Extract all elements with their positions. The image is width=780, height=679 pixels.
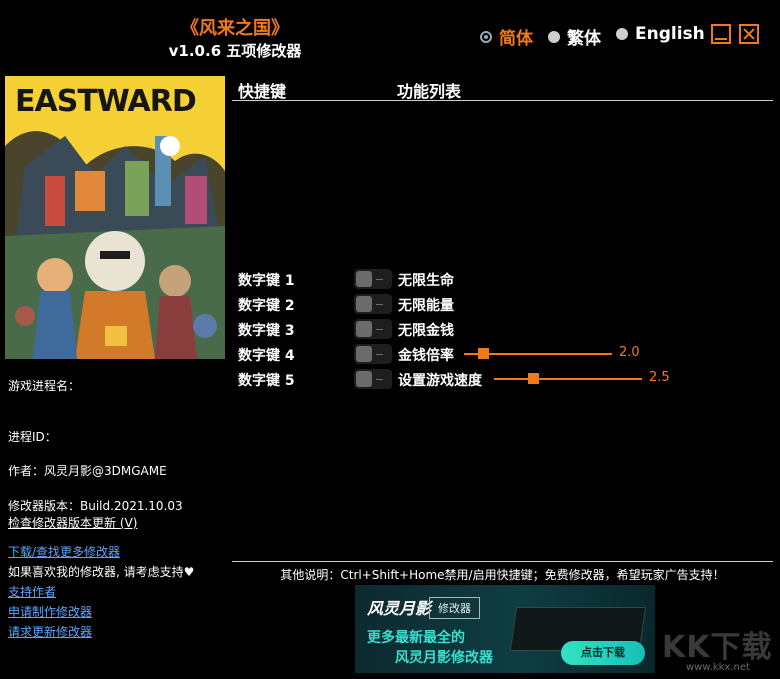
download-more-link[interactable]: 下载/查找更多修改器 bbox=[8, 543, 120, 560]
hotkey-label: 数字键 1 bbox=[238, 273, 295, 289]
game-speed-slider[interactable] bbox=[494, 373, 642, 384]
language-english[interactable]: English bbox=[616, 24, 705, 44]
money-multiplier-value: 2.0 bbox=[619, 345, 640, 360]
feature-label: 无限生命 bbox=[398, 273, 454, 289]
game-speed-value: 2.5 bbox=[649, 370, 670, 385]
radio-icon bbox=[616, 28, 628, 40]
toggle-knob bbox=[356, 371, 372, 387]
cheat-row: 数字键 3 无限金钱 bbox=[238, 318, 778, 340]
language-traditional[interactable]: 繁体 bbox=[548, 24, 601, 49]
toggle-switch[interactable] bbox=[354, 344, 392, 364]
feature-label: 设置游戏速度 bbox=[398, 373, 482, 389]
banner-line-2: 风灵月影修改器 bbox=[395, 650, 493, 666]
hotkey-note: 其他说明：Ctrl+Shift+Home禁用/启用快捷键；免费修改器，希望玩家广… bbox=[280, 568, 725, 582]
process-name-label: 游戏进程名： bbox=[8, 379, 81, 393]
header-divider bbox=[232, 100, 773, 101]
toggle-dash bbox=[376, 329, 383, 330]
close-icon[interactable] bbox=[739, 24, 759, 44]
money-multiplier-slider[interactable] bbox=[464, 348, 612, 359]
slider-thumb[interactable] bbox=[478, 348, 489, 359]
watermark-url: www.kkx.net bbox=[686, 662, 750, 673]
process-id-label: 进程ID： bbox=[8, 430, 57, 444]
cheat-row: 数字键 1 无限生命 bbox=[238, 268, 778, 290]
radio-selected-icon bbox=[480, 30, 492, 43]
game-cover-image: EASTWARD bbox=[5, 76, 225, 359]
language-label: 繁体 bbox=[567, 29, 601, 49]
trainer-version-title: v1.0.6 五项修改器 bbox=[168, 42, 302, 60]
toggle-dash bbox=[376, 354, 383, 355]
author-label: 作者：风灵月影@3DMGAME bbox=[8, 464, 167, 478]
minimize-icon[interactable] bbox=[711, 24, 731, 44]
banner-tag: 修改器 bbox=[429, 597, 480, 619]
banner-download-button[interactable]: 点击下载 bbox=[561, 641, 645, 665]
toggle-switch[interactable] bbox=[354, 294, 392, 314]
toggle-knob bbox=[356, 271, 372, 287]
cheat-row: 数字键 2 无限能量 bbox=[238, 293, 778, 315]
request-make-link[interactable]: 申请制作修改器 bbox=[8, 603, 92, 620]
footer-divider bbox=[232, 561, 773, 562]
feature-label: 无限金钱 bbox=[398, 323, 454, 339]
toggle-dash bbox=[376, 304, 383, 305]
banner-brand: 风灵月影 bbox=[367, 599, 432, 618]
cover-logo-text: EASTWARD bbox=[15, 84, 197, 119]
banner-line-1: 更多最新最全的 bbox=[367, 630, 465, 646]
trainer-window: 《风来之国》 v1.0.6 五项修改器 简体 繁体 English EASTWA… bbox=[0, 0, 780, 679]
toggle-knob bbox=[356, 346, 372, 362]
feature-label: 金钱倍率 bbox=[398, 348, 454, 364]
language-simplified[interactable]: 简体 bbox=[480, 24, 533, 49]
slider-thumb[interactable] bbox=[528, 373, 539, 384]
toggle-dash bbox=[376, 279, 383, 280]
feature-label: 无限能量 bbox=[398, 298, 454, 314]
hotkey-label: 数字键 4 bbox=[238, 348, 295, 364]
cheat-row: 数字键 5 设置游戏速度 2.5 bbox=[238, 368, 778, 390]
toggle-dash bbox=[376, 379, 383, 380]
toggle-knob bbox=[356, 296, 372, 312]
toggle-knob bbox=[356, 321, 372, 337]
toggle-switch[interactable] bbox=[354, 369, 392, 389]
hotkey-label: 数字键 2 bbox=[238, 298, 295, 314]
hotkey-column-header: 快捷键 bbox=[238, 82, 287, 101]
feature-column-header: 功能列表 bbox=[397, 82, 462, 101]
request-update-link[interactable]: 请求更新修改器 bbox=[8, 623, 92, 640]
trainer-build-label: 修改器版本：Build.2021.10.03 bbox=[8, 499, 183, 513]
toggle-switch[interactable] bbox=[354, 319, 392, 339]
support-text: 如果喜欢我的修改器, 请考虑支持♥ bbox=[8, 565, 195, 579]
hotkey-label: 数字键 5 bbox=[238, 373, 295, 389]
ad-banner[interactable]: 风灵月影 修改器 更多最新最全的 风灵月影修改器 点击下载 bbox=[355, 585, 655, 673]
radio-icon bbox=[548, 30, 560, 43]
support-author-link[interactable]: 支持作者 bbox=[8, 583, 56, 600]
watermark-text: KK下载 bbox=[662, 630, 773, 665]
game-title: 《风来之国》 bbox=[181, 18, 289, 39]
watermark: KK下载 www.kkx.net bbox=[662, 622, 774, 676]
language-label: English bbox=[635, 24, 705, 44]
language-label: 简体 bbox=[499, 29, 533, 49]
cheat-row: 数字键 4 金钱倍率 2.0 bbox=[238, 343, 778, 365]
check-update-link[interactable]: 检查修改器版本更新 (V) bbox=[8, 514, 137, 531]
toggle-switch[interactable] bbox=[354, 269, 392, 289]
hotkey-label: 数字键 3 bbox=[238, 323, 295, 339]
